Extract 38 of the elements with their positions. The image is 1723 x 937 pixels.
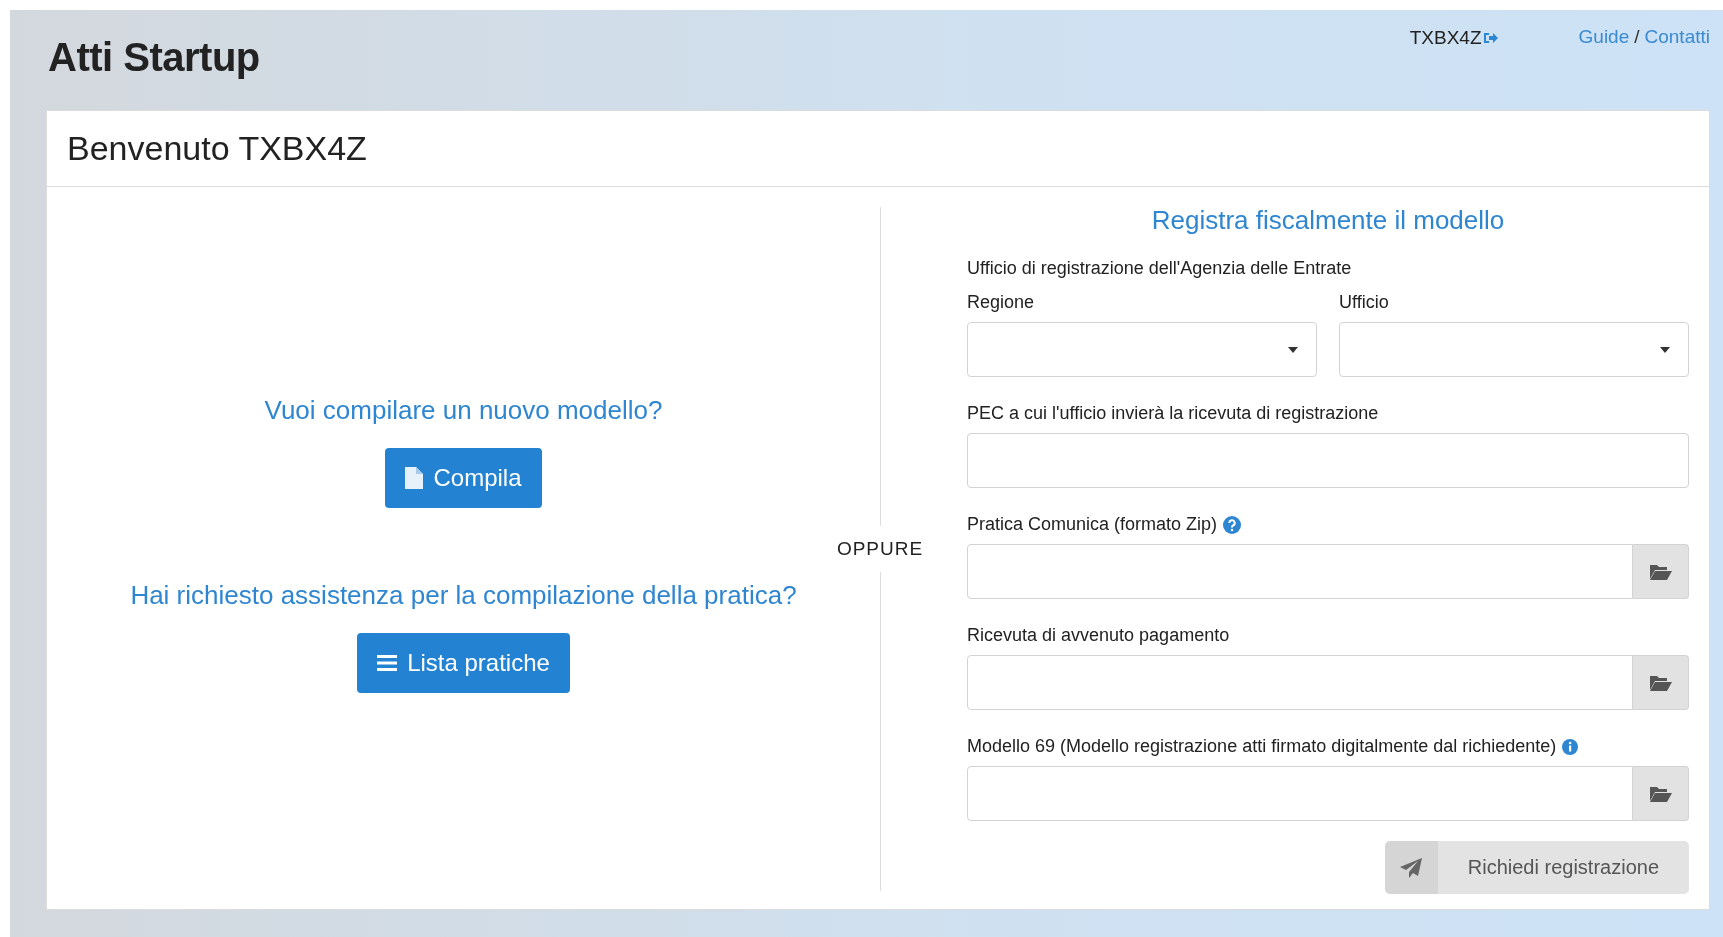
file-path-field[interactable] <box>967 544 1633 599</box>
field-group-label: Ufficio di registrazione dell'Agenzia delle Entrate <box>967 258 1353 279</box>
file-icon <box>405 467 424 489</box>
help-icon[interactable] <box>1223 515 1242 534</box>
file-path-field[interactable] <box>967 655 1633 710</box>
file-path-field[interactable] <box>967 766 1633 821</box>
folder-icon <box>1649 674 1672 691</box>
app-title: Atti Startup <box>48 35 260 81</box>
info-icon[interactable] <box>1562 738 1579 755</box>
field-label: Modello 69 (Modello registrazione atti firmato digitalmente dal richiedente) <box>967 736 1557 757</box>
dropdown-field[interactable] <box>967 322 1317 377</box>
field-label: PEC a cui l'ufficio invierà la ricevuta di registrazione <box>967 403 1379 424</box>
field-label: Regione <box>967 292 1036 313</box>
field-label: Pratica Comunica (formato Zip) <box>967 514 1218 535</box>
link-separator: / <box>1634 26 1640 49</box>
caret-icon <box>1660 346 1670 353</box>
form-title: Registra fiscalmente il modello <box>1150 205 1506 236</box>
user-logout-link[interactable]: TXBX4Z <box>1409 26 1499 50</box>
email-field[interactable] <box>967 433 1689 488</box>
header-link[interactable]: Contatti <box>1644 26 1710 110</box>
field-label: Ricevuta di avvenuto pagamento <box>967 625 1230 646</box>
browse-button[interactable] <box>1633 655 1689 710</box>
folder-icon <box>1649 563 1672 580</box>
caret-icon <box>1288 346 1298 353</box>
action-button[interactable]: Lista pratiche <box>357 633 570 693</box>
question-heading: Vuoi compilare un nuovo modello? <box>264 395 663 426</box>
dropdown-field[interactable] <box>1339 322 1689 377</box>
welcome-title: Benvenuto TXBX4Z <box>67 129 367 168</box>
browse-button[interactable] <box>1633 544 1689 599</box>
header-link[interactable]: Guide <box>1578 26 1630 110</box>
folder-icon <box>1649 785 1672 802</box>
send-icon <box>1400 857 1423 878</box>
question-heading: Hai richiesto assistenza per la compilazione della pratica? <box>130 580 797 611</box>
logout-icon <box>1482 31 1499 45</box>
field-label: Ufficio <box>1339 292 1390 313</box>
action-button[interactable]: Compila <box>385 448 542 508</box>
browse-button[interactable] <box>1633 766 1689 821</box>
list-icon <box>377 655 398 671</box>
